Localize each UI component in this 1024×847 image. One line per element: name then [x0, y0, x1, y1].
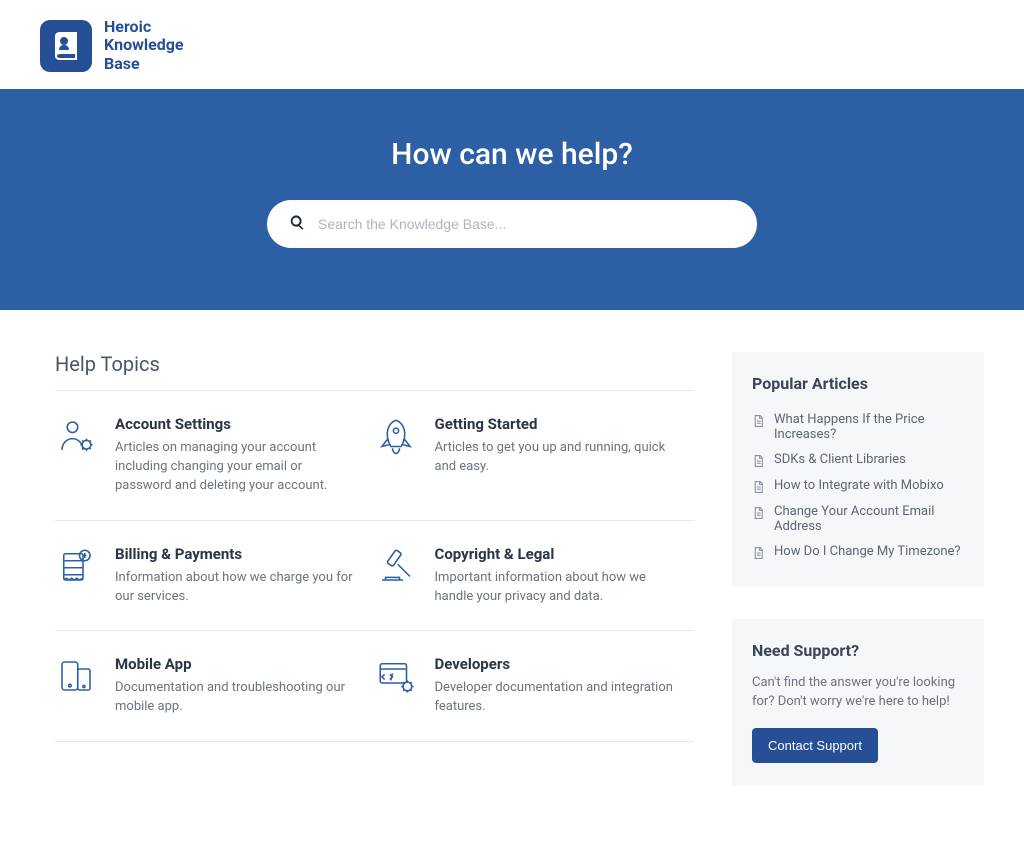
topic-copyright-legal[interactable]: Copyright & Legal Important information … — [375, 521, 695, 632]
hero-title: How can we help? — [0, 137, 1024, 172]
topic-body: Getting Started Articles to get you up a… — [435, 415, 687, 496]
hero-banner: How can we help? — [0, 89, 1024, 310]
topic-body: Copyright & Legal Important information … — [435, 545, 687, 607]
logo-text-line: Base — [104, 55, 184, 73]
topic-body: Account Settings Articles on managing yo… — [115, 415, 367, 496]
support-heading: Need Support? — [752, 641, 964, 660]
article-title: How to Integrate with Mobixo — [774, 478, 944, 493]
need-support-box: Need Support? Can't find the answer you'… — [732, 619, 984, 785]
article-title: What Happens If the Price Increases? — [774, 412, 964, 442]
logo-icon — [40, 20, 92, 72]
topic-getting-started[interactable]: Getting Started Articles to get you up a… — [375, 391, 695, 521]
topic-title: Mobile App — [115, 655, 367, 673]
main-column: Help Topics Account Settings Articles on… — [55, 352, 694, 742]
document-icon — [752, 414, 765, 428]
document-icon — [752, 454, 765, 468]
code-gear-icon — [375, 655, 417, 697]
topic-title: Account Settings — [115, 415, 367, 433]
topic-title: Copyright & Legal — [435, 545, 687, 563]
article-title: Change Your Account Email Address — [774, 504, 964, 534]
logo-text-line: Knowledge — [104, 36, 184, 54]
topic-desc: Articles to get you up and running, quic… — [435, 439, 687, 477]
document-icon — [752, 546, 765, 560]
topic-title: Billing & Payments — [115, 545, 367, 563]
topic-mobile-app[interactable]: Mobile App Documentation and troubleshoo… — [55, 631, 375, 742]
rocket-icon — [375, 415, 417, 457]
topic-desc: Important information about how we handl… — [435, 569, 687, 607]
topic-desc: Information about how we charge you for … — [115, 569, 367, 607]
article-link[interactable]: SDKs & Client Libraries — [752, 447, 964, 473]
article-link[interactable]: Change Your Account Email Address — [752, 499, 964, 539]
document-icon — [752, 506, 765, 520]
search-icon — [289, 214, 306, 235]
support-text: Can't find the answer you're looking for… — [752, 674, 964, 712]
article-title: SDKs & Client Libraries — [774, 452, 906, 467]
topic-title: Developers — [435, 655, 687, 673]
topic-desc: Developer documentation and integration … — [435, 679, 687, 717]
contact-support-button[interactable]: Contact Support — [752, 728, 878, 763]
search-container[interactable] — [267, 200, 757, 248]
topics-grid: Account Settings Articles on managing yo… — [55, 390, 694, 742]
main-container: Help Topics Account Settings Articles on… — [0, 310, 1024, 847]
popular-heading: Popular Articles — [752, 374, 964, 393]
invoice-icon — [55, 545, 97, 587]
topic-body: Billing & Payments Information about how… — [115, 545, 367, 607]
user-gear-icon — [55, 415, 97, 457]
article-link[interactable]: How Do I Change My Timezone? — [752, 539, 964, 565]
topic-developers[interactable]: Developers Developer documentation and i… — [375, 631, 695, 742]
search-input[interactable] — [318, 216, 735, 232]
gavel-icon — [375, 545, 417, 587]
header: Heroic Knowledge Base — [0, 0, 1024, 89]
logo-text: Heroic Knowledge Base — [104, 18, 184, 73]
mobile-devices-icon — [55, 655, 97, 697]
topic-body: Mobile App Documentation and troubleshoo… — [115, 655, 367, 717]
topic-billing-payments[interactable]: Billing & Payments Information about how… — [55, 521, 375, 632]
article-title: How Do I Change My Timezone? — [774, 544, 961, 559]
popular-articles-box: Popular Articles What Happens If the Pri… — [732, 352, 984, 587]
topic-account-settings[interactable]: Account Settings Articles on managing yo… — [55, 391, 375, 521]
logo-text-line: Heroic — [104, 18, 184, 36]
article-link[interactable]: How to Integrate with Mobixo — [752, 473, 964, 499]
document-icon — [752, 480, 765, 494]
popular-articles-list: What Happens If the Price Increases? SDK… — [752, 407, 964, 565]
topic-desc: Articles on managing your account includ… — [115, 439, 367, 496]
topic-body: Developers Developer documentation and i… — [435, 655, 687, 717]
article-link[interactable]: What Happens If the Price Increases? — [752, 407, 964, 447]
topics-heading: Help Topics — [55, 352, 694, 376]
sidebar: Popular Articles What Happens If the Pri… — [732, 352, 984, 817]
topic-title: Getting Started — [435, 415, 687, 433]
topic-desc: Documentation and troubleshooting our mo… — [115, 679, 367, 717]
